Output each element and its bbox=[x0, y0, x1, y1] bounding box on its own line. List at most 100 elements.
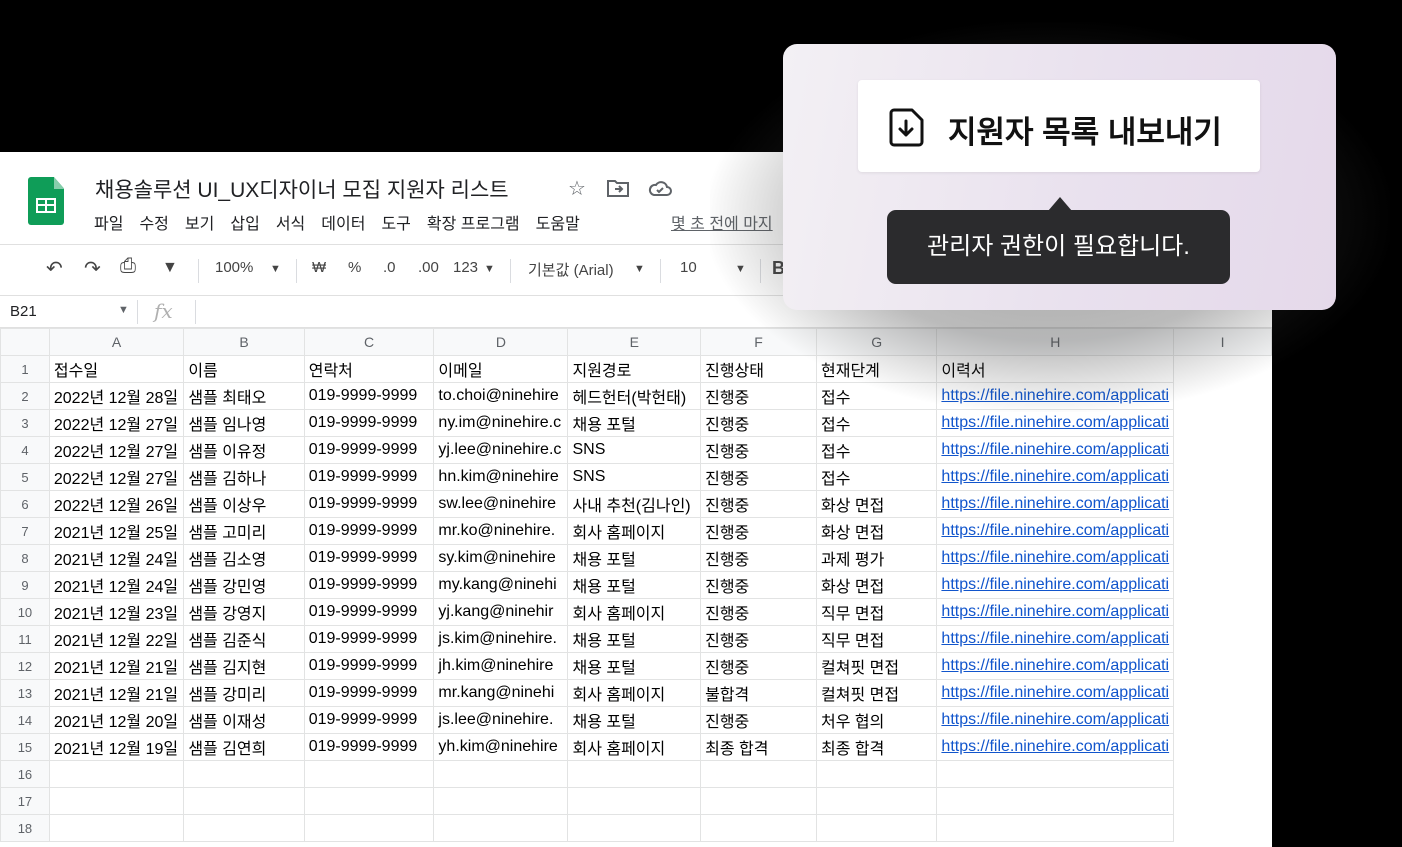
table-cell[interactable]: 샘플 김준식 bbox=[183, 625, 305, 653]
chevron-down-icon[interactable]: ▼ bbox=[118, 304, 129, 316]
font-size-select[interactable]: 10 bbox=[680, 259, 697, 276]
menu-tools[interactable]: 도구 bbox=[381, 210, 410, 234]
move-folder-icon[interactable] bbox=[607, 179, 629, 197]
row-header[interactable]: 17 bbox=[0, 787, 50, 815]
table-cell[interactable]: 019-9999-9999 bbox=[303, 517, 435, 545]
table-cell[interactable]: SNS bbox=[567, 436, 702, 464]
row-header[interactable]: 16 bbox=[0, 760, 50, 788]
table-cell[interactable]: 진행중 bbox=[700, 544, 818, 572]
table-cell[interactable]: https://file.ninehire.com/applicati bbox=[936, 652, 1175, 680]
table-cell[interactable]: 019-9999-9999 bbox=[303, 706, 435, 734]
menu-file[interactable]: 파일 bbox=[94, 210, 123, 234]
table-cell[interactable]: 화상 면접 bbox=[816, 517, 938, 545]
table-cell[interactable]: 샘플 이재성 bbox=[183, 706, 305, 734]
table-cell[interactable]: jh.kim@ninehire bbox=[433, 652, 569, 680]
table-cell[interactable]: 019-9999-9999 bbox=[303, 598, 435, 626]
table-cell[interactable]: 2021년 12월 21일 bbox=[48, 652, 185, 680]
table-cell[interactable]: https://file.ninehire.com/applicati bbox=[936, 706, 1175, 734]
table-cell[interactable]: 샘플 이상우 bbox=[183, 490, 305, 518]
redo-icon[interactable]: ↷ bbox=[84, 256, 101, 281]
table-cell[interactable] bbox=[48, 814, 185, 842]
row-header[interactable]: 18 bbox=[0, 814, 50, 842]
table-cell[interactable]: 처우 협의 bbox=[816, 706, 938, 734]
row-header[interactable]: 6 bbox=[0, 490, 50, 518]
percent-format-button[interactable]: % bbox=[348, 259, 361, 276]
row-header[interactable]: 1 bbox=[0, 355, 50, 383]
cloud-status-icon[interactable] bbox=[648, 180, 672, 196]
table-cell[interactable]: 2021년 12월 20일 bbox=[48, 706, 185, 734]
table-cell[interactable]: 2021년 12월 19일 bbox=[48, 733, 185, 761]
table-cell[interactable]: https://file.ninehire.com/applicati bbox=[936, 571, 1175, 599]
table-cell[interactable]: 사내 추천(김나인) bbox=[567, 490, 702, 518]
table-cell[interactable] bbox=[936, 760, 1175, 788]
increase-decimal-button[interactable]: .00 bbox=[418, 259, 439, 276]
table-cell[interactable] bbox=[303, 787, 435, 815]
decrease-decimal-button[interactable]: .0 bbox=[383, 259, 396, 276]
table-cell[interactable]: 2021년 12월 25일 bbox=[48, 517, 185, 545]
table-cell[interactable] bbox=[183, 814, 305, 842]
menu-data[interactable]: 데이터 bbox=[321, 210, 365, 234]
column-header[interactable]: B bbox=[183, 328, 305, 356]
more-formats-button[interactable]: 123 bbox=[453, 259, 478, 276]
header-cell[interactable]: 지원경로 bbox=[567, 355, 702, 383]
table-cell[interactable]: 2022년 12월 27일 bbox=[48, 409, 185, 437]
row-header[interactable]: 3 bbox=[0, 409, 50, 437]
table-cell[interactable]: 접수 bbox=[816, 436, 938, 464]
table-cell[interactable] bbox=[48, 760, 185, 788]
table-cell[interactable]: 2022년 12월 27일 bbox=[48, 436, 185, 464]
header-cell[interactable]: 이메일 bbox=[433, 355, 569, 383]
table-cell[interactable]: 회사 홈페이지 bbox=[567, 733, 702, 761]
header-cell[interactable]: 이름 bbox=[183, 355, 305, 383]
row-header[interactable]: 2 bbox=[0, 382, 50, 410]
menu-help[interactable]: 도움말 bbox=[536, 210, 580, 234]
table-cell[interactable]: 샘플 강영지 bbox=[183, 598, 305, 626]
table-cell[interactable] bbox=[433, 814, 569, 842]
zoom-select[interactable]: 100% bbox=[215, 259, 253, 276]
table-cell[interactable]: 채용 포털 bbox=[567, 544, 702, 572]
table-cell[interactable]: yj.lee@ninehire.c bbox=[433, 436, 569, 464]
table-cell[interactable]: 019-9999-9999 bbox=[303, 544, 435, 572]
table-cell[interactable]: 샘플 이유정 bbox=[183, 436, 305, 464]
table-cell[interactable]: 진행중 bbox=[700, 652, 818, 680]
table-cell[interactable]: ny.im@ninehire.c bbox=[433, 409, 569, 437]
row-header[interactable]: 11 bbox=[0, 625, 50, 653]
row-header[interactable]: 15 bbox=[0, 733, 50, 761]
table-cell[interactable]: 채용 포털 bbox=[567, 409, 702, 437]
row-header[interactable]: 8 bbox=[0, 544, 50, 572]
table-cell[interactable] bbox=[567, 760, 702, 788]
table-cell[interactable]: 샘플 임나영 bbox=[183, 409, 305, 437]
table-cell[interactable]: 진행중 bbox=[700, 571, 818, 599]
column-header[interactable]: E bbox=[567, 328, 702, 356]
table-cell[interactable]: 진행중 bbox=[700, 490, 818, 518]
table-cell[interactable]: yh.kim@ninehire bbox=[433, 733, 569, 761]
table-cell[interactable]: 019-9999-9999 bbox=[303, 652, 435, 680]
chevron-down-icon[interactable]: ▼ bbox=[634, 263, 645, 275]
table-cell[interactable]: 019-9999-9999 bbox=[303, 463, 435, 491]
table-cell[interactable]: 019-9999-9999 bbox=[303, 436, 435, 464]
table-cell[interactable]: 화상 면접 bbox=[816, 571, 938, 599]
table-cell[interactable] bbox=[48, 787, 185, 815]
table-cell[interactable]: https://file.ninehire.com/applicati bbox=[936, 490, 1175, 518]
table-cell[interactable]: 2021년 12월 24일 bbox=[48, 544, 185, 572]
table-cell[interactable]: yj.kang@ninehir bbox=[433, 598, 569, 626]
row-header[interactable]: 10 bbox=[0, 598, 50, 626]
menu-format[interactable]: 서식 bbox=[276, 210, 305, 234]
table-cell[interactable] bbox=[567, 814, 702, 842]
table-cell[interactable]: 접수 bbox=[816, 463, 938, 491]
table-cell[interactable]: 채용 포털 bbox=[567, 652, 702, 680]
table-cell[interactable]: https://file.ninehire.com/applicati bbox=[936, 436, 1175, 464]
table-cell[interactable]: https://file.ninehire.com/applicati bbox=[936, 733, 1175, 761]
table-cell[interactable]: 샘플 김연희 bbox=[183, 733, 305, 761]
currency-format-button[interactable]: ₩ bbox=[312, 259, 326, 276]
export-applicants-button[interactable]: 지원자 목록 내보내기 bbox=[858, 80, 1260, 172]
table-cell[interactable]: https://file.ninehire.com/applicati bbox=[936, 409, 1175, 437]
document-title[interactable]: 채용솔루션 UI_UX디자이너 모집 지원자 리스트 bbox=[95, 174, 509, 204]
table-cell[interactable]: https://file.ninehire.com/applicati bbox=[936, 517, 1175, 545]
table-cell[interactable]: 2021년 12월 24일 bbox=[48, 571, 185, 599]
table-cell[interactable] bbox=[700, 760, 818, 788]
table-cell[interactable]: 샘플 강미리 bbox=[183, 679, 305, 707]
table-cell[interactable] bbox=[700, 787, 818, 815]
table-cell[interactable]: sy.kim@ninehire bbox=[433, 544, 569, 572]
table-cell[interactable]: 샘플 김지현 bbox=[183, 652, 305, 680]
column-header[interactable]: A bbox=[48, 328, 185, 356]
